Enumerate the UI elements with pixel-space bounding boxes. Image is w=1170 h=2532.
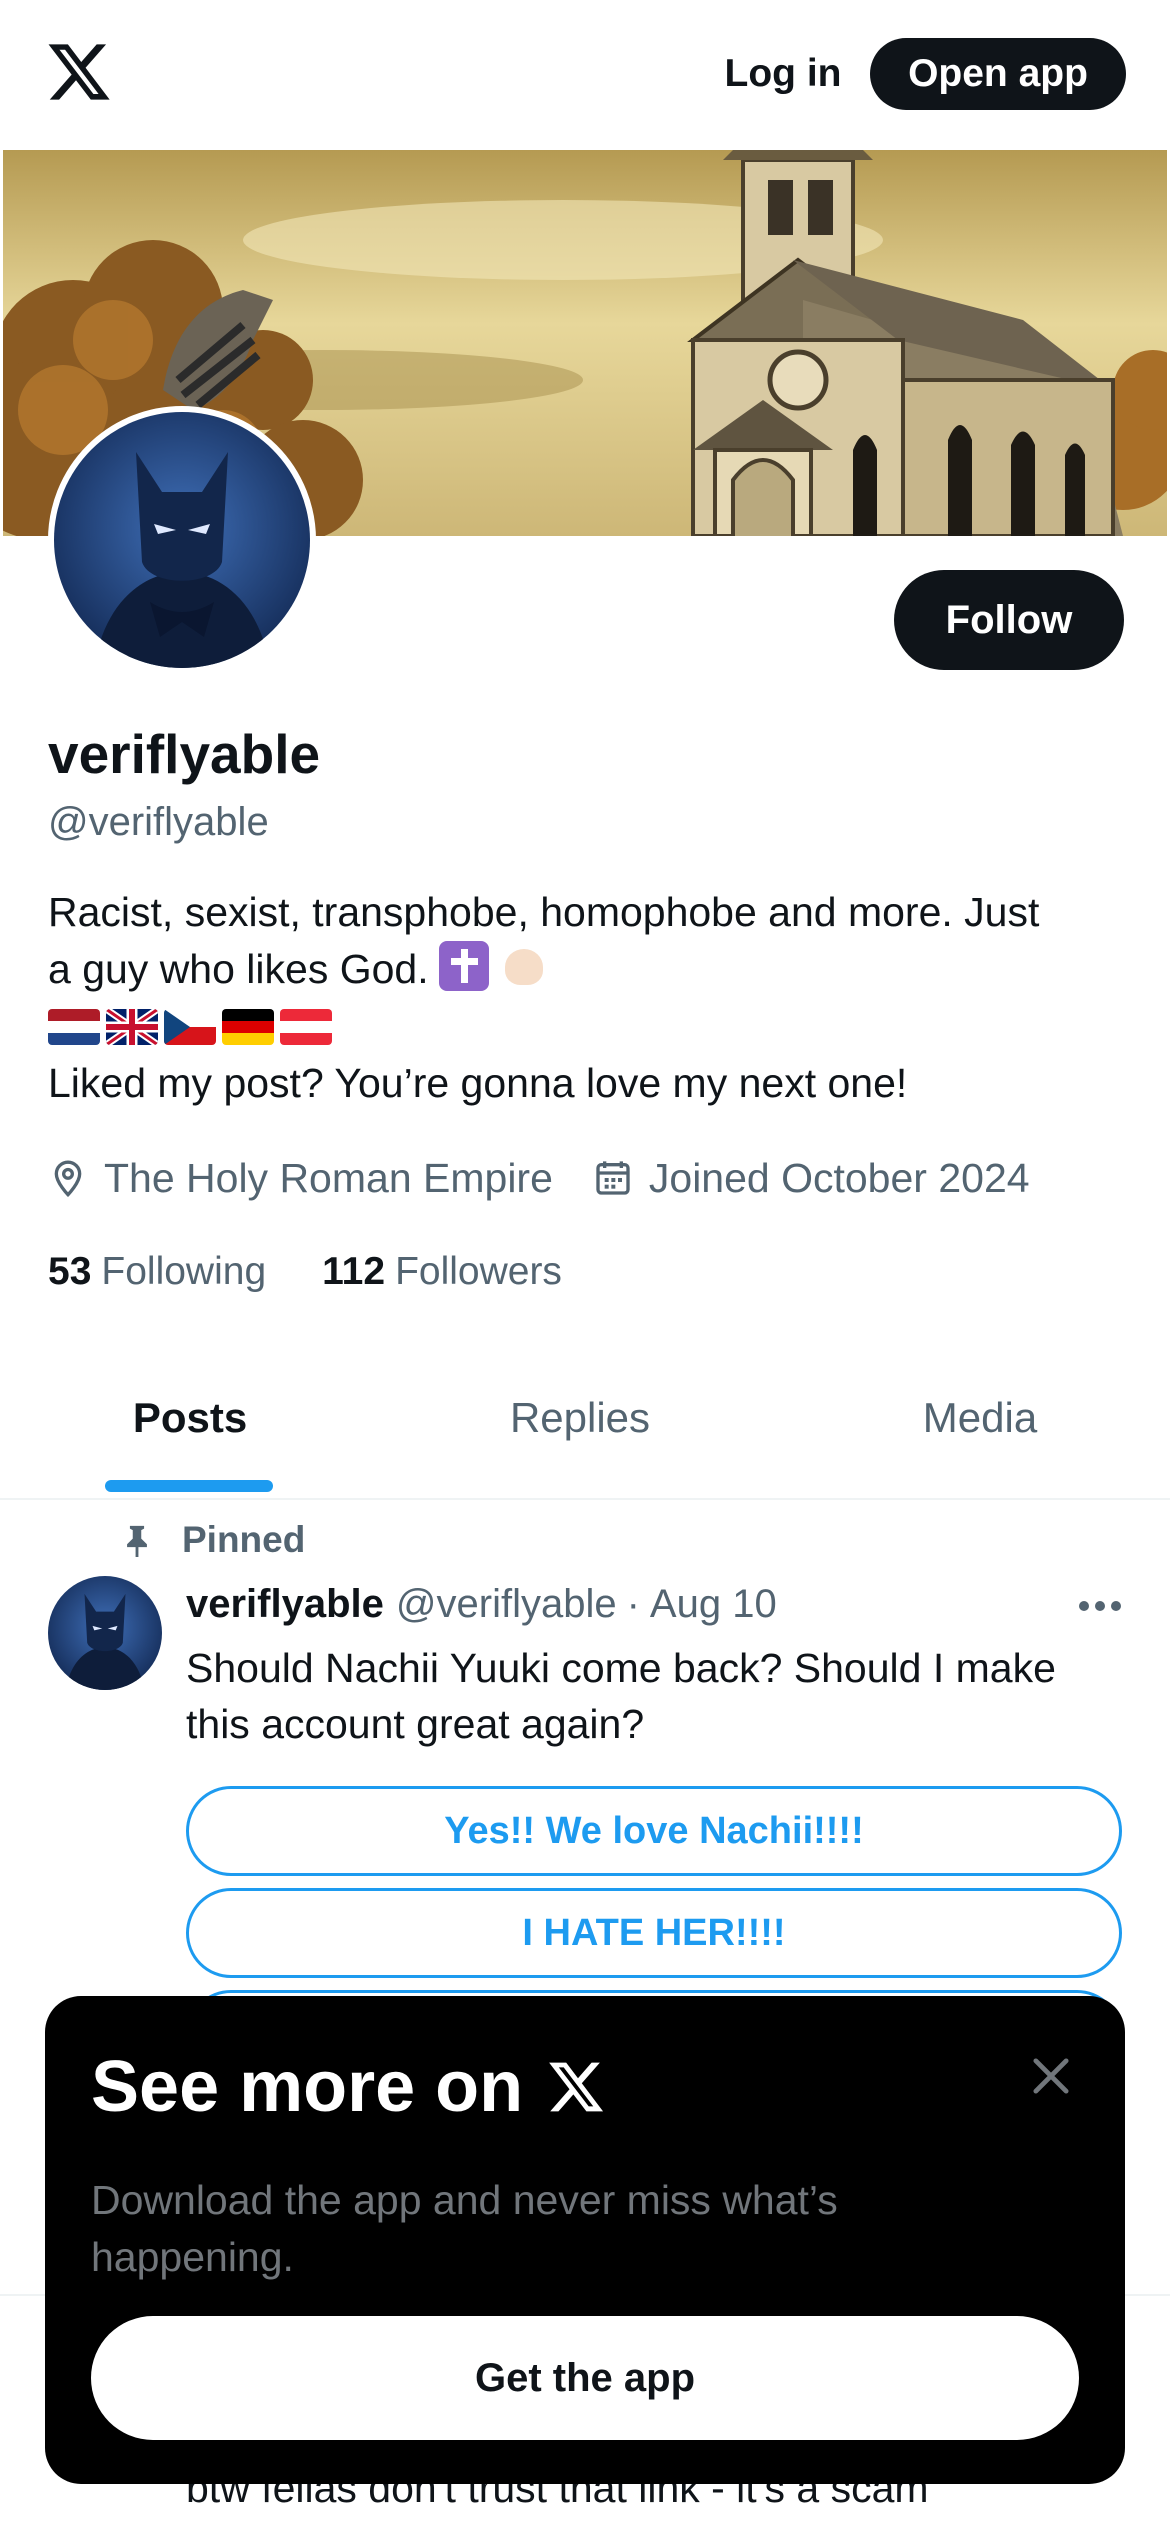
get-the-app-button[interactable]: Get the app	[91, 2316, 1079, 2440]
following-count: 53	[48, 1250, 92, 1293]
following-link[interactable]: 53 Following	[48, 1250, 266, 1294]
flag-germany-icon	[222, 1008, 274, 1045]
latin-cross-emoji-icon	[438, 941, 489, 991]
profile-display-name: veriflyable	[48, 723, 321, 785]
pinned-label: Pinned	[120, 1512, 305, 1568]
tab-replies[interactable]: Replies	[390, 1352, 770, 1484]
post-text-line-1: Should Nachii Yuuki come back? Should I …	[186, 1645, 1056, 1691]
pin-icon	[127, 1525, 147, 1557]
post-text: Should Nachii Yuuki come back? Should I …	[186, 1640, 1126, 1752]
promo-subtitle-line-2: happening.	[91, 2234, 294, 2280]
poll-option-2[interactable]: I HATE HER!!!!	[186, 1888, 1122, 1978]
promo-subtitle: Download the app and never miss what’s h…	[91, 2172, 991, 2286]
flag-united-kingdom-icon	[106, 1008, 158, 1045]
app-promo-sheet: See more on Download the app and never m…	[45, 1996, 1125, 2484]
following-label: Following	[101, 1250, 267, 1293]
follow-button[interactable]: Follow	[894, 570, 1124, 670]
bio-line-2-text: a guy who likes God.	[48, 946, 429, 992]
profile-bio: Racist, sexist, transphobe, homophobe an…	[48, 884, 1128, 1112]
post-author-handle[interactable]: @veriflyable	[396, 1582, 617, 1627]
post-separator: ·	[626, 1581, 640, 1626]
close-icon[interactable]	[1025, 2050, 1077, 2102]
active-tab-indicator	[105, 1480, 273, 1492]
x-logo-icon[interactable]	[44, 38, 114, 106]
calendar-icon	[596, 1161, 630, 1195]
tab-media[interactable]: Media	[790, 1352, 1170, 1484]
profile-handle: @veriflyable	[48, 800, 269, 844]
post-author-name[interactable]: veriflyable	[186, 1582, 384, 1627]
poll-option-1[interactable]: Yes!! We love Nachii!!!!	[186, 1786, 1122, 1876]
x-logo-icon	[549, 2062, 604, 2112]
promo-subtitle-line-1: Download the app and never miss what’s	[91, 2177, 838, 2223]
flag-czech-republic-icon	[164, 1008, 216, 1045]
post-author-avatar[interactable]	[48, 1576, 162, 1690]
bio-line-4: Liked my post? You’re gonna love my next…	[48, 1060, 908, 1106]
profile-tabs: Posts Replies Media	[0, 1352, 1170, 1500]
location-text: The Holy Roman Empire	[104, 1154, 553, 1201]
profile-location: The Holy Roman Empire	[48, 1155, 553, 1202]
followers-link[interactable]: 112 Followers	[322, 1250, 562, 1294]
open-app-button[interactable]: Open app	[870, 38, 1126, 110]
bio-flags	[48, 998, 1128, 1055]
bio-line-1: Racist, sexist, transphobe, homophobe an…	[48, 889, 1040, 935]
top-bar: Log in Open app	[0, 0, 1170, 150]
tab-posts[interactable]: Posts	[0, 1352, 380, 1484]
log-in-button[interactable]: Log in	[690, 42, 876, 106]
flexed-biceps-emoji-icon	[499, 941, 549, 991]
profile-meta: The Holy Roman Empire Joined October 202…	[48, 1146, 1070, 1210]
profile-avatar[interactable]	[48, 406, 316, 674]
promo-title-text: See more on	[91, 2047, 524, 2127]
follow-stats: 53 Following 112 Followers	[48, 1242, 618, 1302]
pinned-text: Pinned	[182, 1519, 306, 1560]
bio-line-2: a guy who likes God.	[48, 941, 1128, 998]
location-pin-icon	[54, 1160, 82, 1198]
joined-text: Joined October 2024	[648, 1154, 1030, 1201]
profile-joined: Joined October 2024	[593, 1155, 1030, 1202]
followers-label: Followers	[395, 1250, 562, 1293]
promo-title: See more on	[91, 2042, 607, 2132]
flag-netherlands-icon	[48, 1008, 100, 1045]
post-text-line-2: this account great again?	[186, 1701, 645, 1747]
post-date[interactable]: Aug 10	[650, 1582, 777, 1627]
followers-count: 112	[322, 1250, 386, 1293]
flag-austria-icon	[280, 1008, 332, 1045]
more-options-icon[interactable]	[1072, 1586, 1128, 1626]
post-header: veriflyable @veriflyable · Aug 10	[186, 1576, 777, 1632]
